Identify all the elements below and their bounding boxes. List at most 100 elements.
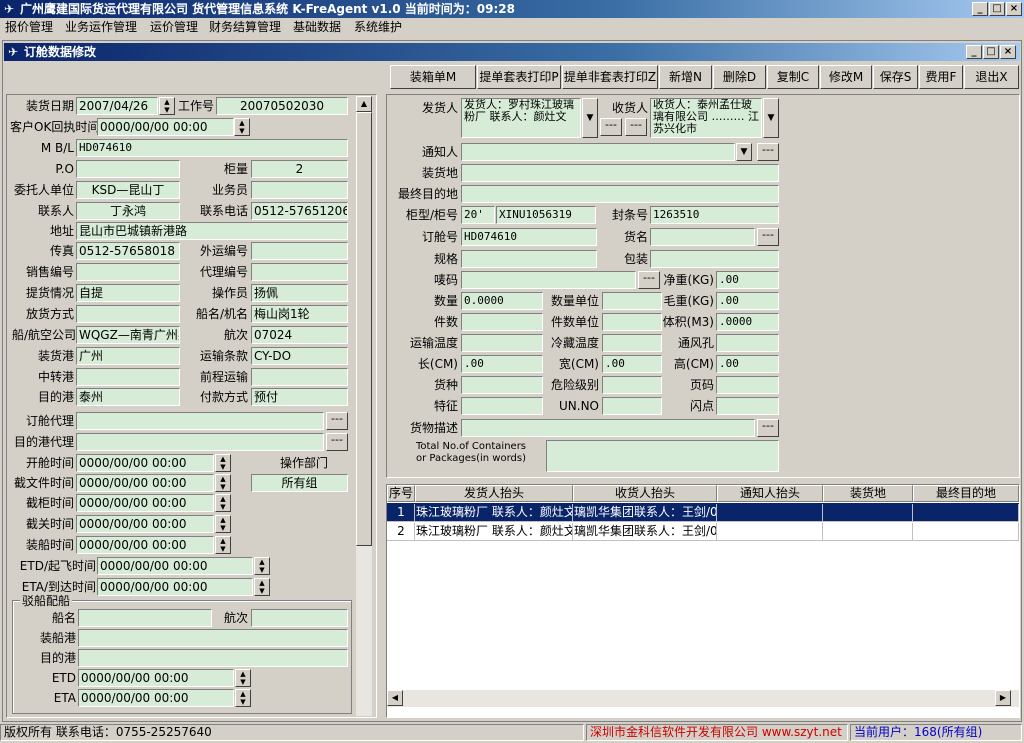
- net-weight-field[interactable]: .00: [716, 271, 779, 289]
- menu-quote[interactable]: 报价管理: [5, 20, 53, 35]
- cold-temp-field[interactable]: [602, 334, 662, 352]
- height-field[interactable]: .00: [716, 355, 779, 373]
- feeder-vessel-field[interactable]: [78, 609, 212, 627]
- load-date-spinner[interactable]: ▲ ▼: [159, 97, 175, 115]
- contact-field[interactable]: 丁永鸿: [76, 202, 180, 220]
- menu-base-data[interactable]: 基础数据: [293, 20, 341, 35]
- maximize-button[interactable]: □: [989, 2, 1005, 16]
- voyage-field[interactable]: 07024: [251, 326, 348, 344]
- menu-finance[interactable]: 财务结算管理: [209, 20, 281, 35]
- page-field[interactable]: [716, 376, 779, 394]
- phone-field[interactable]: 0512-57651206/: [251, 202, 348, 220]
- scroll-up-arrow[interactable]: ▲: [356, 96, 372, 112]
- left-scrollbar[interactable]: ▲: [356, 96, 372, 716]
- gross-weight-field[interactable]: .00: [716, 292, 779, 310]
- pod-field[interactable]: 泰州: [76, 388, 180, 406]
- feeder-etd-spinner[interactable]: ▲ ▼: [235, 669, 251, 687]
- qty-unit-field[interactable]: [602, 292, 662, 310]
- pieces-unit-field[interactable]: [602, 313, 662, 331]
- scroll-right-arrow[interactable]: ▶: [995, 690, 1011, 706]
- length-field[interactable]: .00: [461, 355, 543, 373]
- menu-operations[interactable]: 业务运作管理: [65, 20, 137, 35]
- save-button[interactable]: 保存S: [873, 65, 918, 89]
- client-field[interactable]: KSD—昆山丁: [76, 181, 180, 199]
- packing-list-button[interactable]: 装箱单M: [390, 65, 476, 89]
- feeder-pol-field[interactable]: [78, 629, 348, 647]
- booking-agent-field[interactable]: [76, 412, 324, 430]
- transit-field[interactable]: [76, 368, 180, 386]
- mbl-field[interactable]: HD074610: [76, 139, 348, 157]
- pre-carriage-field[interactable]: [251, 368, 348, 386]
- close-button[interactable]: ×: [1006, 2, 1022, 16]
- danger-field[interactable]: [602, 376, 662, 394]
- delete-button[interactable]: 删除D: [713, 65, 766, 89]
- desc-lookup-button[interactable]: ---: [757, 419, 779, 437]
- print-bl-nonset-button[interactable]: 提单非套表打印Z: [562, 65, 658, 89]
- cargo-type-field[interactable]: [461, 376, 543, 394]
- agent-no-field[interactable]: [251, 263, 348, 281]
- pieces-field[interactable]: [461, 313, 543, 331]
- feeder-etd-field[interactable]: 0000/00/00 00:00: [78, 669, 234, 687]
- unno-field[interactable]: [602, 397, 662, 415]
- ok-time-field[interactable]: 0000/00/00 00:00: [97, 118, 234, 136]
- open-time-field[interactable]: 0000/00/00 00:00: [76, 454, 214, 472]
- loading-time-spinner[interactable]: ▲ ▼: [215, 536, 231, 554]
- desc-field[interactable]: [461, 419, 755, 437]
- feeder-eta-spinner[interactable]: ▲ ▼: [235, 689, 251, 707]
- load-date-field[interactable]: 2007/04/26: [76, 97, 158, 115]
- print-bl-set-button[interactable]: 提单套表打印P: [477, 65, 561, 89]
- minimize-button[interactable]: _: [972, 2, 988, 16]
- goods-field[interactable]: [650, 228, 755, 246]
- width-field[interactable]: .00: [602, 355, 662, 373]
- menu-system[interactable]: 系统维护: [354, 20, 402, 35]
- grid-header-final-dest[interactable]: 最终目的地: [913, 485, 1019, 502]
- open-time-spinner[interactable]: ▲ ▼: [215, 454, 231, 472]
- copy-button[interactable]: 复制C: [767, 65, 819, 89]
- vessel-field[interactable]: 梅山岗1轮: [251, 305, 348, 323]
- sales-no-field[interactable]: [76, 263, 180, 281]
- grid-header-place[interactable]: 装货地: [823, 485, 913, 502]
- notify-dropdown[interactable]: ▼: [736, 143, 752, 161]
- scroll-thumb[interactable]: [356, 112, 372, 546]
- new-button[interactable]: 新增N: [659, 65, 712, 89]
- marks-lookup-button[interactable]: ---: [638, 271, 660, 289]
- shipper-dropdown[interactable]: ▼: [582, 98, 598, 138]
- salesman-field[interactable]: [251, 181, 348, 199]
- goods-lookup-button[interactable]: ---: [757, 228, 779, 246]
- dest-agent-lookup-button[interactable]: ---: [326, 433, 348, 451]
- notify-field[interactable]: [461, 143, 735, 161]
- final-dest-field[interactable]: [461, 185, 779, 203]
- doc-cutoff-spinner[interactable]: ▲ ▼: [215, 474, 231, 492]
- ok-time-spinner[interactable]: ▲ ▼: [234, 118, 250, 136]
- volume-field[interactable]: .0000: [716, 313, 779, 331]
- sub-close-button[interactable]: ×: [1000, 45, 1016, 59]
- scroll-left-arrow[interactable]: ◀: [387, 690, 403, 706]
- feeder-voyage-field[interactable]: [251, 609, 348, 627]
- etd-spinner[interactable]: ▲ ▼: [254, 557, 270, 575]
- container-no-field[interactable]: XINU1056319: [496, 206, 596, 224]
- pickup-field[interactable]: 自提: [76, 284, 180, 302]
- payment-field[interactable]: 预付: [251, 388, 348, 406]
- container-type-field[interactable]: 20': [461, 206, 495, 224]
- cy-cutoff-spinner[interactable]: ▲ ▼: [215, 494, 231, 512]
- loading-time-field[interactable]: 0000/00/00 00:00: [76, 536, 214, 554]
- exit-button[interactable]: 退出X: [964, 65, 1019, 89]
- dest-agent-field[interactable]: [76, 433, 324, 451]
- consignee-lookup-button-1[interactable]: ---: [600, 118, 622, 136]
- consignee-lookup-button-2[interactable]: ---: [625, 118, 647, 136]
- eta-field[interactable]: 0000/00/00 00:00: [97, 578, 253, 596]
- grid-header-index[interactable]: 序号: [387, 485, 415, 502]
- total-field[interactable]: [546, 440, 779, 472]
- pack-field[interactable]: [650, 250, 779, 268]
- fax-field[interactable]: 0512-57658018: [76, 242, 180, 260]
- edit-button[interactable]: 修改M: [820, 65, 872, 89]
- grid-header-consignee[interactable]: 收货人抬头: [573, 485, 717, 502]
- marks-field[interactable]: [461, 271, 636, 289]
- booking-agent-lookup-button[interactable]: ---: [326, 412, 348, 430]
- release-field[interactable]: [76, 305, 180, 323]
- address-field[interactable]: 昆山市巴城镇新港路: [76, 222, 348, 240]
- grid-header-shipper[interactable]: 发货人抬头: [415, 485, 573, 502]
- sub-maximize-button[interactable]: □: [983, 45, 999, 59]
- qty-field[interactable]: 0.0000: [461, 292, 543, 310]
- doc-cutoff-field[interactable]: 0000/00/00 00:00: [76, 474, 214, 492]
